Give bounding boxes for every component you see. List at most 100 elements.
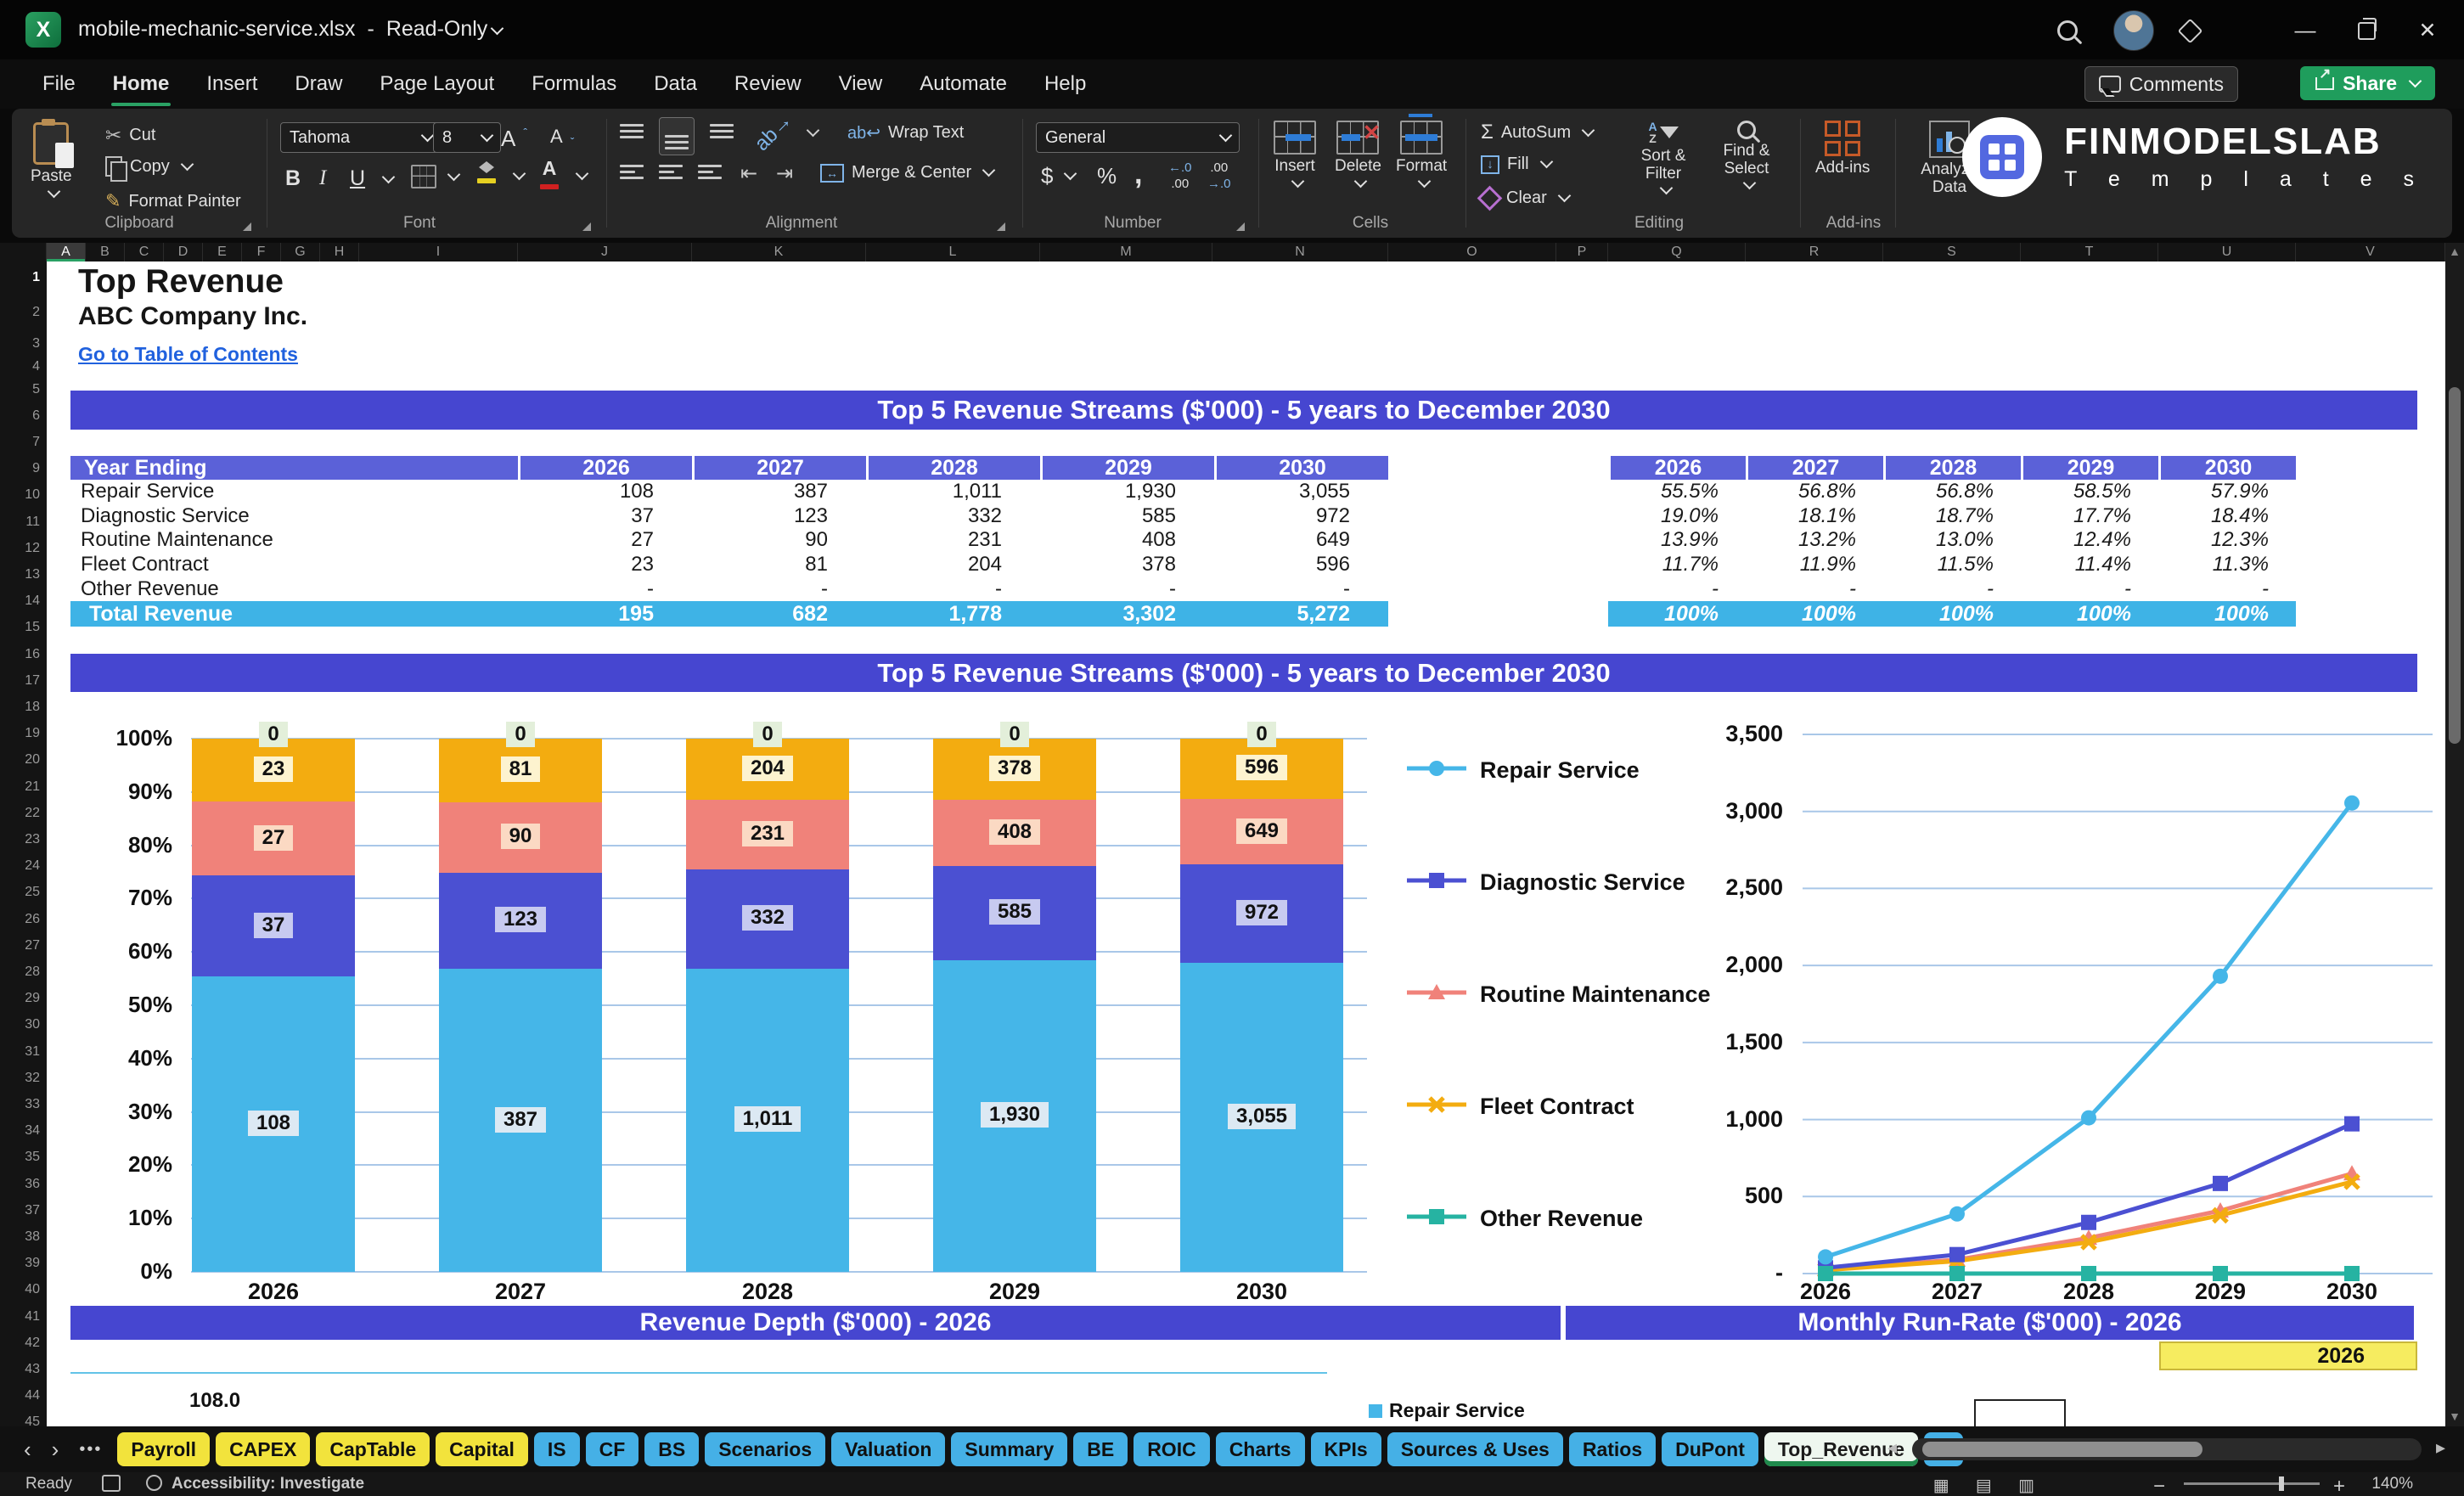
row-header-23[interactable]: 23 <box>25 832 40 847</box>
column-header-K[interactable]: K <box>692 243 866 262</box>
tabs-scroll-right-icon[interactable]: › <box>52 1437 59 1463</box>
menu-tab-data[interactable]: Data <box>635 64 716 104</box>
row-header-39[interactable]: 39 <box>25 1256 40 1271</box>
row-header-37[interactable]: 37 <box>25 1203 40 1218</box>
row-header-3[interactable]: 3 <box>32 336 40 352</box>
decrease-indent-button[interactable]: ⇤ <box>740 161 757 186</box>
menu-tab-file[interactable]: File <box>24 64 94 104</box>
accounting-format-button[interactable]: $ <box>1041 163 1075 189</box>
sheet-tab-sources-uses[interactable]: Sources & Uses <box>1387 1432 1563 1466</box>
page-layout-view-icon[interactable]: ▤ <box>1976 1475 1992 1496</box>
row-header-41[interactable]: 41 <box>25 1309 40 1324</box>
row-header-32[interactable]: 32 <box>25 1071 40 1086</box>
borders-button[interactable] <box>411 165 458 188</box>
fill-color-options[interactable] <box>509 172 524 181</box>
row-header-22[interactable]: 22 <box>25 806 40 821</box>
row-header-9[interactable]: 9 <box>32 461 40 476</box>
row-header-21[interactable]: 21 <box>25 779 40 795</box>
row-header-14[interactable]: 14 <box>25 593 40 609</box>
row-header-11[interactable]: 11 <box>25 515 40 530</box>
zoom-out-button[interactable]: − <box>2153 1475 2165 1496</box>
increase-decimal-button[interactable]: ←.0.00 <box>1168 161 1192 190</box>
row-header-43[interactable]: 43 <box>25 1362 40 1377</box>
row-header-16[interactable]: 16 <box>25 647 40 662</box>
sort-filter-button[interactable]: AZ Sort & Filter <box>1627 121 1700 195</box>
column-header-C[interactable]: C <box>125 243 164 262</box>
cut-button[interactable]: ✂Cut <box>105 124 155 147</box>
merge-center-button[interactable]: ↔ Merge & Center <box>820 163 993 183</box>
close-button[interactable]: ✕ <box>2405 15 2450 46</box>
align-left-button[interactable] <box>620 165 644 179</box>
orientation-button[interactable]: ab→ <box>752 121 818 144</box>
alignment-dialog-launcher[interactable] <box>997 222 1005 231</box>
tabs-more-icon[interactable]: ••• <box>79 1440 102 1459</box>
minimize-button[interactable]: — <box>2282 15 2328 46</box>
menu-tab-automate[interactable]: Automate <box>901 64 1026 104</box>
sheet-tab-cf[interactable]: CF <box>586 1432 639 1466</box>
row-header-1[interactable]: 1 <box>32 270 40 285</box>
row-header-20[interactable]: 20 <box>25 752 40 768</box>
clear-button[interactable]: Clear <box>1481 188 1569 208</box>
row-header-44[interactable]: 44 <box>25 1388 40 1403</box>
column-header-P[interactable]: P <box>1556 243 1608 262</box>
sheet-tab-capex[interactable]: CAPEX <box>216 1432 310 1466</box>
accessibility-status[interactable]: Accessibility: Investigate <box>172 1475 364 1493</box>
table-of-contents-link[interactable]: Go to Table of Contents <box>78 343 298 366</box>
macro-record-icon[interactable] <box>102 1475 121 1492</box>
row-header-30[interactable]: 30 <box>25 1017 40 1032</box>
row-header-42[interactable]: 42 <box>25 1336 40 1351</box>
row-header-2[interactable]: 2 <box>32 305 40 320</box>
column-header-O[interactable]: O <box>1388 243 1556 262</box>
tabs-scroll-left-icon[interactable]: ‹ <box>24 1437 31 1463</box>
percent-style-button[interactable]: % <box>1097 163 1117 189</box>
menu-tab-draw[interactable]: Draw <box>276 64 361 104</box>
row-header-40[interactable]: 40 <box>25 1282 40 1297</box>
column-header-R[interactable]: R <box>1746 243 1883 262</box>
row-header-18[interactable]: 18 <box>25 700 40 715</box>
view-buttons[interactable]: ▦ ▤ ▥ <box>1933 1475 2056 1496</box>
row-header-10[interactable]: 10 <box>25 487 40 503</box>
sheet-tab-scenarios[interactable]: Scenarios <box>705 1432 825 1466</box>
sheet-tab-bs[interactable]: BS <box>644 1432 699 1466</box>
row-header-5[interactable]: 5 <box>32 382 40 397</box>
hscroll-thumb[interactable] <box>1922 1442 2202 1457</box>
row-header-4[interactable]: 4 <box>32 359 40 374</box>
fill-button[interactable]: ↓Fill <box>1481 155 1551 174</box>
legend-item[interactable]: Repair Service <box>1405 757 1640 784</box>
format-painter-button[interactable]: ✎Format Painter <box>105 190 241 212</box>
font-color-button[interactable]: A <box>540 158 559 189</box>
row-header-34[interactable]: 34 <box>25 1123 40 1139</box>
clipboard-dialog-launcher[interactable] <box>243 222 251 231</box>
avatar[interactable] <box>2111 10 2157 41</box>
bold-button[interactable]: B <box>285 166 301 191</box>
row-header-17[interactable]: 17 <box>25 673 40 689</box>
align-center-button[interactable] <box>659 165 683 179</box>
menu-tab-view[interactable]: View <box>820 64 902 104</box>
vertical-scrollbar[interactable]: ▲ ▼ <box>2445 243 2464 1426</box>
row-header-6[interactable]: 6 <box>32 408 40 424</box>
row-header-25[interactable]: 25 <box>25 885 40 900</box>
worksheet[interactable]: Top Revenue ABC Company Inc. Go to Table… <box>47 262 2445 1426</box>
sheet-tab-captable[interactable]: CapTable <box>316 1432 430 1466</box>
menu-tab-insert[interactable]: Insert <box>188 64 276 104</box>
column-header-U[interactable]: U <box>2158 243 2296 262</box>
underline-button[interactable]: U <box>350 166 365 191</box>
column-header-L[interactable]: L <box>866 243 1040 262</box>
sheet-tab-dupont[interactable]: DuPont <box>1662 1432 1758 1466</box>
sheet-tab-ratios[interactable]: Ratios <box>1569 1432 1656 1466</box>
menu-tab-review[interactable]: Review <box>716 64 820 104</box>
normal-view-icon[interactable]: ▦ <box>1933 1475 1949 1496</box>
designer-icon[interactable] <box>2167 15 2213 46</box>
share-button[interactable]: Share <box>2300 66 2435 100</box>
menu-tab-home[interactable]: Home <box>94 64 188 104</box>
sheet-tab-valuation[interactable]: Valuation <box>831 1432 945 1466</box>
column-header-Q[interactable]: Q <box>1608 243 1746 262</box>
addins-button[interactable]: Add-ins <box>1815 121 1870 177</box>
column-header-B[interactable]: B <box>86 243 125 262</box>
format-cells-button[interactable]: Format <box>1396 121 1447 188</box>
legend-item[interactable]: Other Revenue <box>1405 1206 1643 1232</box>
zoom-level[interactable]: 140% <box>2371 1475 2413 1493</box>
sheet-tab-roic[interactable]: ROIC <box>1134 1432 1210 1466</box>
sheet-tab-payroll[interactable]: Payroll <box>117 1432 210 1466</box>
align-middle-button[interactable] <box>659 117 695 155</box>
